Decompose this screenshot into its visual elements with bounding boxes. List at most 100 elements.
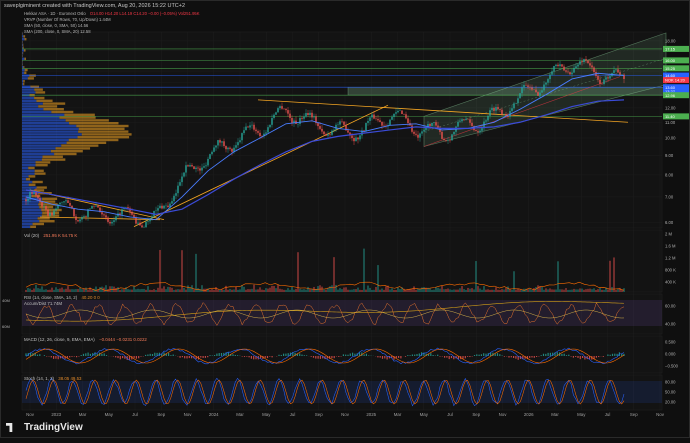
macd-histogram-bar	[511, 356, 512, 357]
price-candle-body	[493, 108, 494, 111]
volume-profile-up-bar	[22, 111, 51, 113]
price-candle-body	[227, 148, 228, 149]
price-candle-body	[431, 123, 432, 126]
volume-profile-up-bar	[22, 184, 29, 186]
price-candle-body	[413, 132, 414, 134]
price-candle-body	[607, 77, 608, 78]
price-candle-body	[109, 222, 110, 224]
price-candle-body	[113, 220, 114, 222]
macd-histogram-bar	[548, 353, 549, 356]
volume-bar	[495, 287, 496, 292]
price-candle-body	[475, 130, 476, 131]
price-candle-body	[253, 125, 254, 130]
price-candle-body	[491, 108, 492, 110]
price-candle-body	[77, 220, 78, 221]
macd-histogram-bar	[347, 355, 348, 356]
volume-bar	[161, 288, 162, 292]
macd-histogram-bar	[232, 354, 233, 356]
volume-bar	[621, 290, 622, 292]
price-axis-label: 11.00	[665, 120, 676, 125]
macd-histogram-bar	[545, 354, 546, 356]
volume-bar	[53, 290, 54, 292]
volume-bar	[329, 286, 330, 292]
price-candle-body	[441, 132, 442, 139]
support-zone-box	[348, 87, 666, 95]
volume-bar	[437, 288, 438, 292]
price-candle-body	[521, 88, 522, 94]
time-axis-label: Jul	[290, 412, 296, 417]
macd-histogram-bar	[607, 354, 608, 356]
volume-profile-down-bar	[38, 105, 57, 107]
volume-bar	[503, 290, 504, 292]
volume-bar	[527, 289, 528, 292]
price-candle-body	[211, 152, 212, 154]
price-candle-body	[583, 59, 584, 62]
price-candle-body	[591, 65, 592, 67]
volume-bar	[433, 290, 434, 292]
price-candle-body	[259, 133, 260, 136]
price-candle-body	[423, 130, 424, 131]
time-axis-label: 2026	[524, 412, 534, 417]
macd-histogram-bar	[81, 355, 82, 356]
volume-bar	[375, 287, 376, 292]
volume-bar	[295, 289, 296, 292]
price-candle-body	[389, 120, 390, 125]
volume-bar	[583, 290, 584, 292]
price-candle-body	[619, 72, 620, 74]
macd-histogram-bar	[469, 356, 470, 357]
macd-histogram-bar	[51, 356, 52, 357]
volume-profile-down-bar	[42, 198, 57, 200]
volume-profile-down-bar	[28, 167, 34, 169]
volume-profile-up-bar	[22, 80, 23, 82]
time-axis-label: Nov	[341, 412, 350, 417]
volume-bar	[493, 290, 494, 292]
macd-histogram-bar	[207, 356, 208, 357]
volume-profile-up-bar	[22, 128, 79, 130]
macd-histogram-bar	[267, 356, 268, 358]
price-candle-body	[189, 165, 190, 166]
volume-bar	[273, 286, 274, 292]
price-candle-body	[463, 119, 464, 120]
legend-main: Hekkar ASA · 1D · Euronext Oslo O14.00 H…	[24, 11, 200, 16]
volume-profile-down-bar	[43, 108, 63, 110]
volume-bar	[93, 289, 94, 292]
volume-bar	[607, 289, 608, 292]
volume-bar	[65, 289, 66, 292]
volume-bar	[25, 290, 26, 292]
volume-bar	[157, 288, 158, 292]
price-candle-body	[605, 77, 606, 79]
volume-bar	[603, 290, 604, 292]
macd-histogram-bar	[189, 356, 190, 358]
volume-bar	[275, 288, 276, 292]
volume-bar	[129, 290, 130, 292]
volume-profile-up-bar	[22, 136, 78, 138]
macd-histogram-bar	[115, 356, 116, 357]
price-candle-body	[79, 219, 80, 221]
volume-bar	[291, 287, 292, 292]
macd-histogram-bar	[205, 356, 206, 358]
price-candle-body	[145, 222, 146, 227]
volume-profile-down-bar	[54, 153, 76, 155]
volume-bar	[449, 289, 450, 292]
price-candle-body	[581, 61, 582, 62]
tradingview-brand[interactable]: TradingView	[6, 422, 83, 433]
volume-bar	[499, 290, 500, 292]
volume-bar	[367, 286, 368, 292]
volume-bar	[413, 286, 414, 292]
macd-histogram-bar	[216, 354, 217, 356]
price-marker-label: 12.96	[665, 93, 676, 98]
macd-histogram-bar	[180, 356, 181, 358]
vol-axis-label: 800 K	[665, 268, 676, 273]
macd-histogram-bar	[85, 353, 86, 356]
volume-bar	[121, 289, 122, 292]
macd-histogram-bar	[449, 356, 450, 359]
volume-profile-up-bar	[22, 133, 82, 135]
volume-profile-down-bar	[36, 161, 51, 163]
price-candle-body	[323, 132, 324, 135]
macd-histogram-bar	[465, 356, 466, 358]
volume-bar	[377, 265, 378, 292]
volume-bar	[619, 288, 620, 292]
volume-profile-down-bar	[78, 136, 130, 138]
macd-histogram-bar	[138, 356, 139, 358]
macd-histogram-bar	[170, 355, 171, 356]
